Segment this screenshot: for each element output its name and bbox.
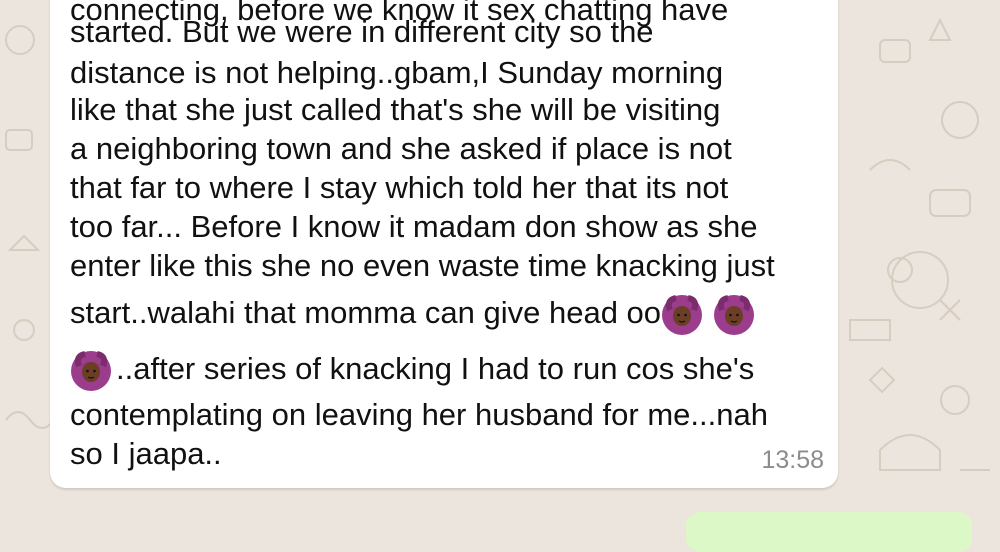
message-line: too far... Before I know it madam don sh… [70, 209, 758, 244]
message-line: started. But we were in different city s… [70, 14, 654, 49]
message-line: a neighboring town and she asked if plac… [70, 131, 732, 166]
person-gesturing-ok-emoji-icon [70, 350, 112, 392]
message-line-text: ..after series of knacking I had to run … [116, 351, 755, 387]
person-gesturing-ok-emoji-icon [661, 294, 703, 336]
message-line-with-emoji: ..after series of knacking I had to run … [70, 350, 754, 392]
message-line: contemplating on leaving her husband for… [70, 397, 768, 432]
message-line-with-emoji: start..walahi that momma can give head o… [70, 294, 755, 336]
outgoing-message-bubble[interactable] [686, 512, 972, 552]
message-line: enter like this she no even waste time k… [70, 248, 775, 283]
person-gesturing-ok-emoji-icon [713, 294, 755, 336]
message-line-text: start..walahi that momma can give head o… [70, 295, 662, 331]
message-line: that far to where I stay which told her … [70, 170, 729, 205]
message-line: distance is not helping..gbam,I Sunday m… [70, 55, 724, 90]
message-line: so I jaapa.. [70, 436, 222, 471]
message-line: like that she just called that's she wil… [70, 92, 721, 127]
message-timestamp: 13:58 [761, 446, 824, 474]
